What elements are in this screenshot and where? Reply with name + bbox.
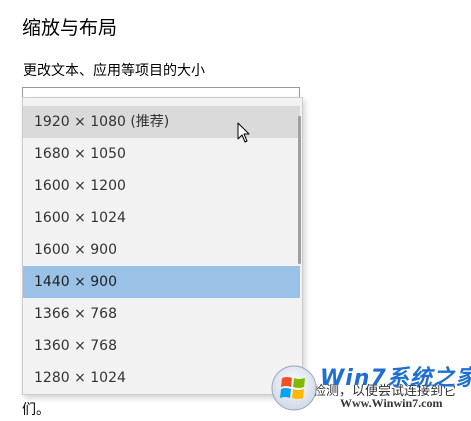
- resolution-option[interactable]: 1600 × 900: [23, 234, 300, 266]
- mouse-cursor-icon: [237, 122, 251, 144]
- watermark-title: Win7系统之家: [320, 366, 471, 391]
- resolution-option[interactable]: 1366 × 768: [23, 298, 300, 330]
- scrollbar-thumb[interactable]: [298, 116, 301, 264]
- windows-logo-icon: [270, 364, 318, 412]
- watermark: Win7系统之家 Www.Winwin7.com: [270, 362, 471, 416]
- resolution-option[interactable]: 1680 × 1050: [23, 138, 300, 170]
- resolution-option[interactable]: 1360 × 768: [23, 330, 300, 362]
- resolution-dropdown-list[interactable]: 1920 × 1080 (推荐) 1680 × 1050 1600 × 1200…: [22, 97, 303, 395]
- section-title: 缩放与布局: [22, 17, 118, 39]
- resolution-dropdown[interactable]: [22, 87, 300, 97]
- resolution-option[interactable]: 1600 × 1200: [23, 170, 300, 202]
- resolution-option[interactable]: 1280 × 1024: [23, 362, 300, 394]
- resolution-option[interactable]: 1600 × 1024: [23, 202, 300, 234]
- watermark-url: Www.Winwin7.com: [340, 396, 443, 410]
- scrollbar[interactable]: [298, 98, 302, 394]
- resolution-option[interactable]: 1440 × 900: [23, 266, 300, 298]
- trailing-description-text: 们。: [22, 402, 50, 418]
- section-subtitle: 更改文本、应用等项目的大小: [23, 63, 205, 79]
- resolution-option[interactable]: 1920 × 1080 (推荐): [23, 106, 300, 138]
